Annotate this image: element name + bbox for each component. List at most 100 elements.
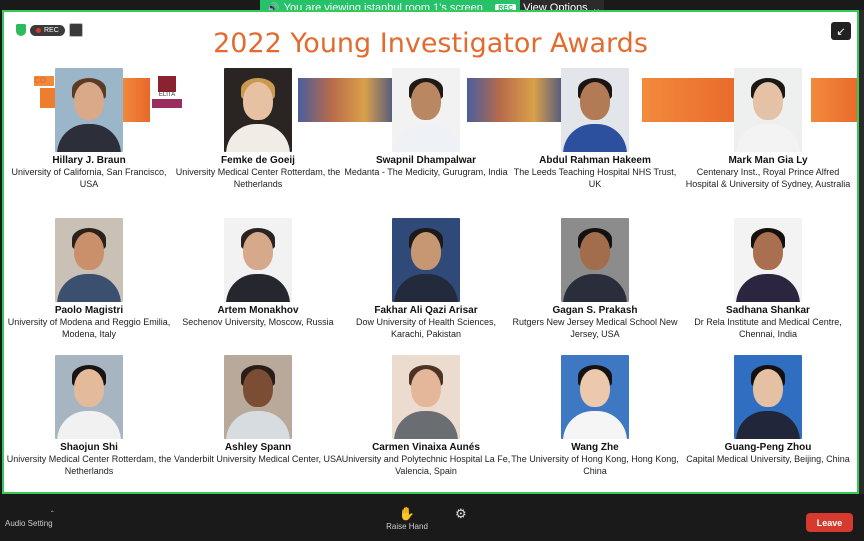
face-shape bbox=[74, 82, 104, 120]
awardee-name: Femke de Goeij bbox=[221, 155, 295, 166]
awardee-name: Guang-Peng Zhou bbox=[724, 442, 812, 453]
raise-hand-button[interactable]: ✋ Raise Hand bbox=[385, 506, 429, 531]
face-shape bbox=[74, 369, 104, 407]
awardee-name: Ashley Spann bbox=[224, 442, 292, 453]
exit-fullscreen-button[interactable]: ↙ bbox=[831, 22, 851, 40]
scrollbar[interactable] bbox=[859, 10, 864, 494]
face-shape bbox=[243, 82, 273, 120]
awardee-card: Ashley Spann Vanderbilt University Medica… bbox=[172, 355, 344, 465]
face-shape bbox=[753, 82, 783, 120]
awardee-name: Fakhar Ali Qazi Arisar bbox=[374, 305, 478, 316]
gallery-view-icon[interactable] bbox=[68, 23, 83, 37]
shoulders-shape bbox=[563, 411, 627, 439]
shoulders-shape bbox=[394, 274, 458, 302]
awardee-affiliation: The University of Hong Kong, Hong Kong, … bbox=[511, 454, 679, 476]
face-shape bbox=[243, 232, 273, 270]
awardee-affiliation: Vanderbilt University Medical Center, US… bbox=[174, 454, 342, 464]
awardee-photo bbox=[55, 68, 123, 152]
chevron-up-icon[interactable]: ˆ bbox=[51, 510, 54, 519]
awardee-photo bbox=[392, 68, 460, 152]
audio-setting-button[interactable]: Audio Setting bbox=[5, 519, 53, 528]
awardee-name: Abdul Rahman Hakeem bbox=[539, 155, 651, 166]
shoulders-shape bbox=[563, 124, 627, 152]
shared-screen: REC ↙ 2022 Young Investigator Awards CO … bbox=[2, 10, 859, 494]
awardee-name: Gagan S. Prakash bbox=[552, 305, 638, 316]
meeting-controls: ˆ Audio Setting ✋ Raise Hand ⚙ Leave bbox=[0, 496, 864, 541]
shoulders-shape bbox=[563, 274, 627, 302]
awardee-photo bbox=[224, 218, 292, 302]
shoulders-shape bbox=[736, 274, 800, 302]
face-shape bbox=[753, 232, 783, 270]
face-shape bbox=[580, 82, 610, 120]
awardee-card: Femke de Goeij University Medical Center … bbox=[172, 68, 344, 190]
awardee-affiliation: Capital Medical University, Beijing, Chi… bbox=[686, 454, 850, 464]
awardee-card: Gagan S. Prakash Rutgers New Jersey Medic… bbox=[509, 218, 681, 340]
shoulders-shape bbox=[394, 124, 458, 152]
awardee-affiliation: Medanta - The Medicity, Gurugram, India bbox=[344, 167, 508, 177]
raise-hand-label: Raise Hand bbox=[386, 522, 428, 531]
shoulders-shape bbox=[226, 411, 290, 439]
awardee-card: Shaojun Shi University Medical Center Rot… bbox=[4, 355, 175, 477]
awardee-affiliation: Dr Rela Institute and Medical Centre, Ch… bbox=[694, 317, 842, 339]
awardee-affiliation: Dow University of Health Sciences, Karac… bbox=[355, 317, 497, 339]
awardee-photo bbox=[55, 218, 123, 302]
shoulders-shape bbox=[736, 411, 800, 439]
hand-icon: ✋ bbox=[398, 506, 416, 521]
awardee-affiliation: University and Polytechnic Hospital La F… bbox=[341, 454, 511, 476]
awardee-name: Hillary J. Braun bbox=[52, 155, 126, 166]
awardee-photo bbox=[561, 355, 629, 439]
awardee-card: Paolo Magistri University of Modena and R… bbox=[4, 218, 175, 340]
awardee-name: Paolo Magistri bbox=[54, 305, 124, 316]
face-shape bbox=[411, 232, 441, 270]
awardee-card: Guang-Peng Zhou Capital Medical Universit… bbox=[682, 355, 854, 465]
awardee-affiliation: University Medical Center Rotterdam, the… bbox=[175, 167, 341, 189]
awardee-card: Abdul Rahman Hakeem The Leeds Teaching Ho… bbox=[509, 68, 681, 190]
awardee-name: Mark Man Gia Ly bbox=[728, 155, 808, 166]
awardee-card: Carmen Vinaixa Aunés University and Polyt… bbox=[340, 355, 512, 477]
slide-title: 2022 Young Investigator Awards bbox=[213, 28, 648, 59]
awardee-card: Hillary J. Braun University of California… bbox=[4, 68, 175, 190]
awardee-name: Swapnil Dhampalwar bbox=[375, 155, 477, 166]
awardee-affiliation: Sechenov University, Moscow, Russia bbox=[182, 317, 334, 327]
shoulders-shape bbox=[736, 124, 800, 152]
awardee-card: Sadhana Shankar Dr Rela Institute and Med… bbox=[682, 218, 854, 340]
awardee-photo bbox=[561, 218, 629, 302]
awardee-photo bbox=[561, 68, 629, 152]
shoulders-shape bbox=[394, 411, 458, 439]
collapse-icon: ↙ bbox=[836, 25, 846, 38]
awardee-photo bbox=[224, 355, 292, 439]
awardee-affiliation: University of California, San Francisco,… bbox=[11, 167, 167, 189]
awardee-card: Swapnil Dhampalwar Medanta - The Medicity… bbox=[340, 68, 512, 178]
awardee-photo bbox=[734, 68, 802, 152]
rec-label: REC bbox=[44, 26, 59, 34]
awardee-name: Artem Monakhov bbox=[217, 305, 299, 316]
shoulders-shape bbox=[57, 411, 121, 439]
record-dot-icon bbox=[36, 27, 41, 33]
awardee-photo bbox=[392, 218, 460, 302]
awardee-card: Artem Monakhov Sechenov University, Mosco… bbox=[172, 218, 344, 328]
awardee-affiliation: University of Modena and Reggio Emilia, … bbox=[7, 317, 171, 339]
awardee-name: Carmen Vinaixa Aunés bbox=[372, 442, 480, 453]
shoulders-shape bbox=[226, 124, 290, 152]
leave-button[interactable]: Leave bbox=[806, 513, 853, 532]
awardee-photo bbox=[55, 355, 123, 439]
awardee-affiliation: Centenary Inst., Royal Prince Alfred Hos… bbox=[685, 167, 851, 189]
awardee-card: Mark Man Gia Ly Centenary Inst., Royal Pr… bbox=[682, 68, 854, 190]
face-shape bbox=[74, 232, 104, 270]
face-shape bbox=[580, 232, 610, 270]
face-shape bbox=[411, 82, 441, 120]
awardee-photo bbox=[224, 68, 292, 152]
shoulders-shape bbox=[57, 274, 121, 302]
face-shape bbox=[243, 369, 273, 407]
awardee-photo bbox=[734, 218, 802, 302]
awardee-card: Fakhar Ali Qazi Arisar Dow University of … bbox=[340, 218, 512, 340]
gear-icon[interactable]: ⚙ bbox=[455, 506, 467, 522]
awardee-name: Shaojun Shi bbox=[60, 442, 118, 453]
recording-indicator[interactable]: REC bbox=[30, 24, 65, 36]
meeting-indicators: REC bbox=[16, 23, 83, 37]
awardee-photo bbox=[392, 355, 460, 439]
awardee-affiliation: The Leeds Teaching Hospital NHS Trust, U… bbox=[513, 167, 677, 189]
face-shape bbox=[580, 369, 610, 407]
awardee-affiliation: University Medical Center Rotterdam, the… bbox=[6, 454, 172, 476]
awardee-card: Wang Zhe The University of Hong Kong, Hon… bbox=[509, 355, 681, 477]
